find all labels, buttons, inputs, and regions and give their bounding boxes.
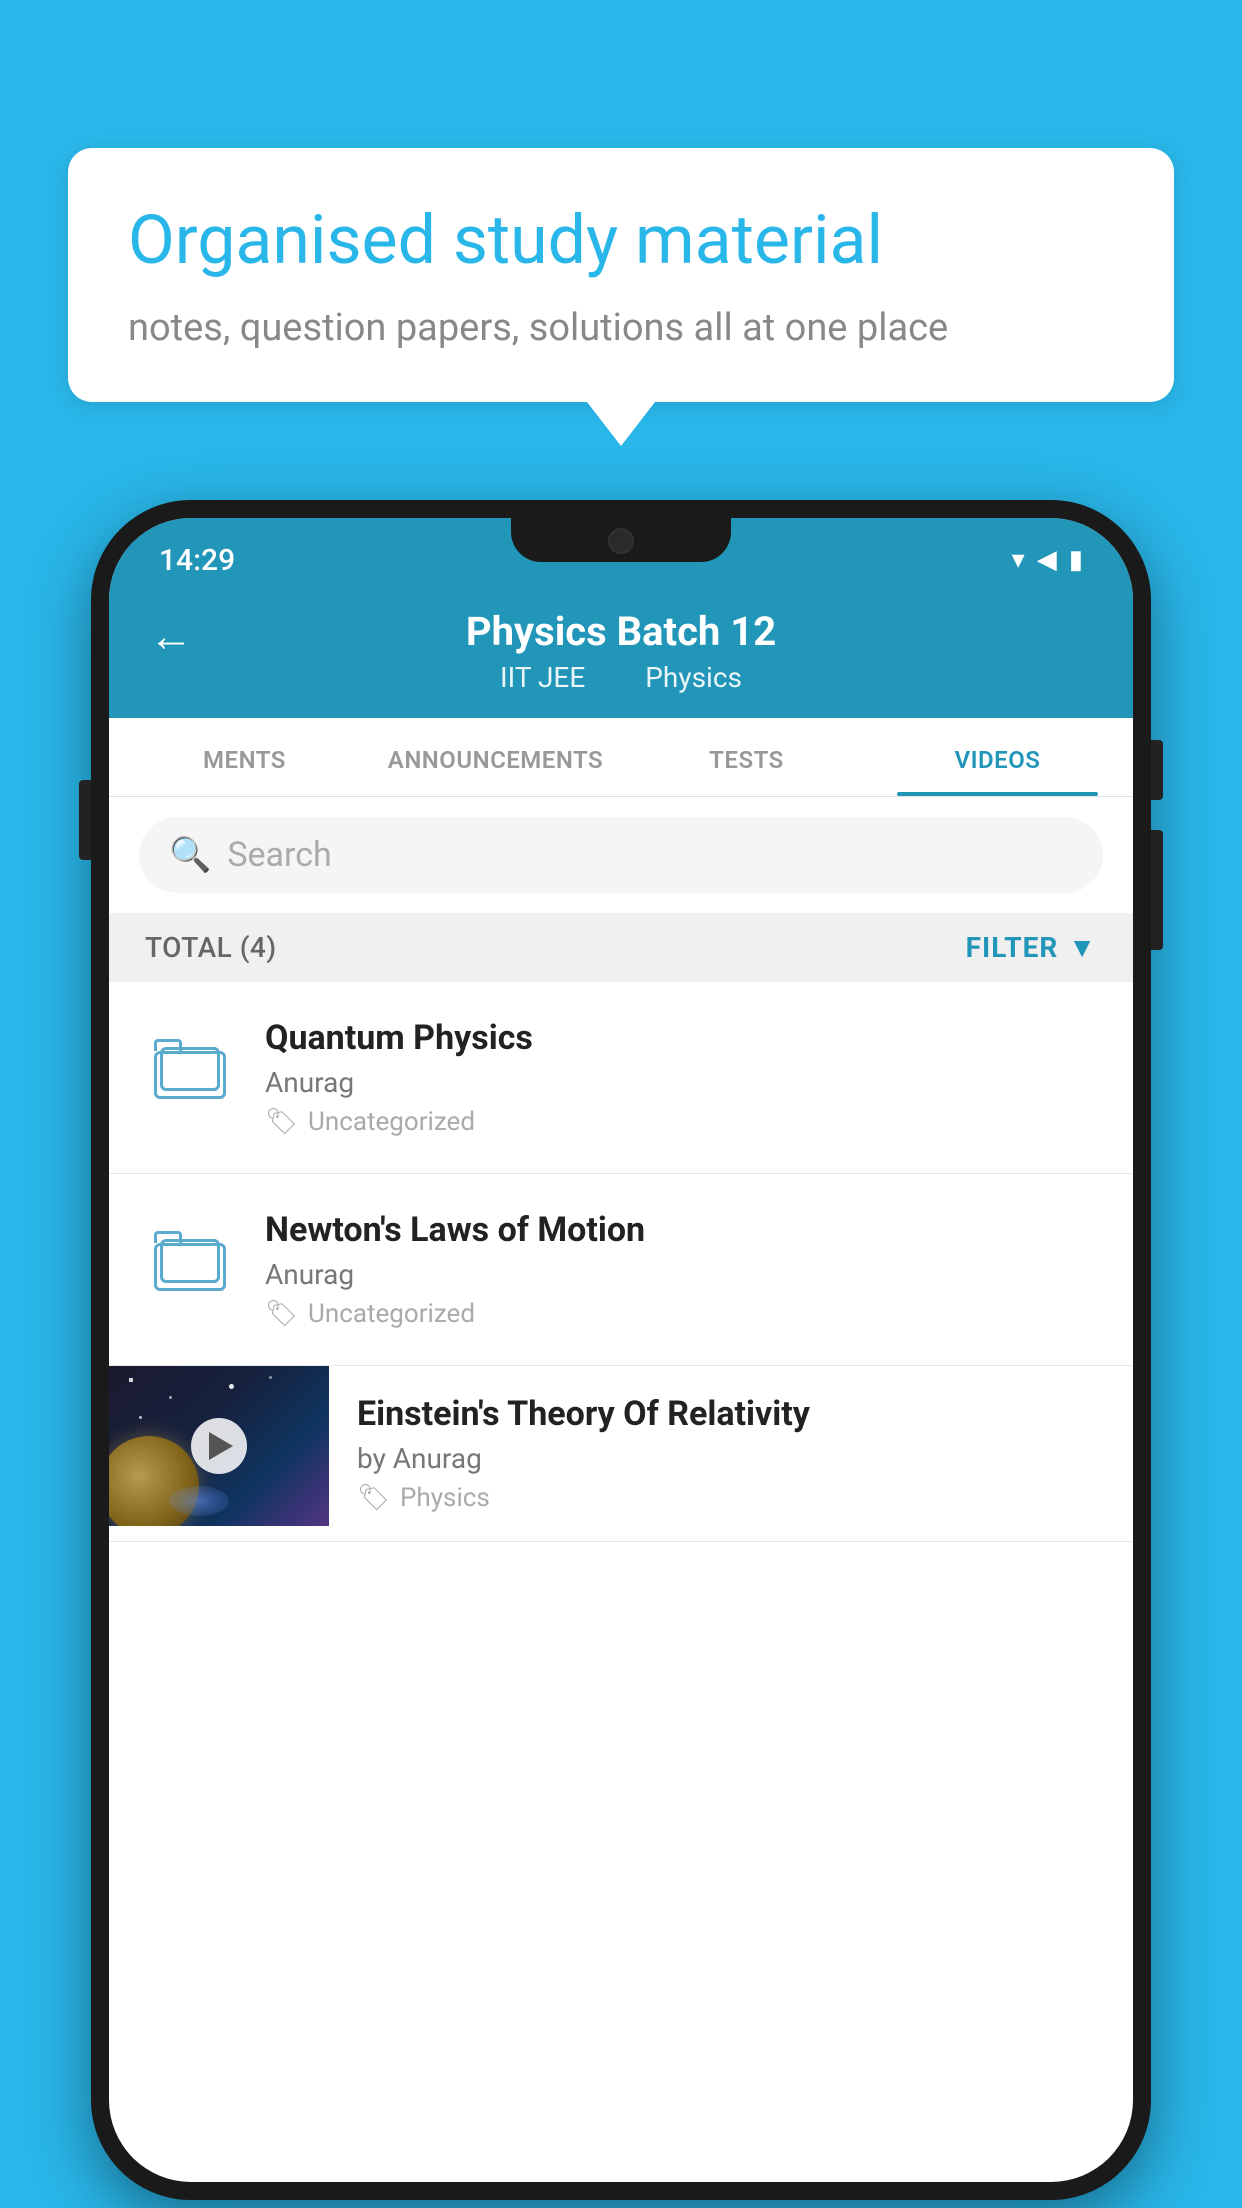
- search-bar[interactable]: 🔍 Search: [139, 817, 1103, 893]
- tag-icon: 🏷: [357, 1483, 390, 1513]
- item-author: Anurag: [265, 1066, 1097, 1099]
- total-count: TOTAL (4): [145, 931, 277, 964]
- video-title: Einstein's Theory Of Relativity: [357, 1394, 1105, 1434]
- video-list-item[interactable]: Einstein's Theory Of Relativity by Anura…: [109, 1366, 1133, 1542]
- signal-icon: ◀: [1037, 545, 1057, 575]
- bubble-title: Organised study material: [128, 200, 1114, 282]
- item-tag: 🏷 Uncategorized: [265, 1299, 1097, 1329]
- search-bar-wrapper: 🔍 Search: [109, 797, 1133, 913]
- video-tag: 🏷 Physics: [357, 1483, 1105, 1513]
- folder-icon-wrap: [145, 1024, 235, 1114]
- volume-button: [79, 780, 91, 860]
- back-button[interactable]: ←: [149, 610, 193, 662]
- battery-icon: ▮: [1069, 545, 1083, 575]
- app-header: ← Physics Batch 12 IIT JEE Physics: [109, 588, 1133, 718]
- search-placeholder: Search: [227, 835, 331, 875]
- tab-ments[interactable]: MENTS: [119, 718, 370, 796]
- tag-iit-jee: IIT JEE: [500, 661, 585, 694]
- header-title: Physics Batch 12: [466, 608, 776, 655]
- phone-outer: 14:29 ▾ ◀ ▮ ← Physics Batch 12 IIT JEE P…: [91, 500, 1151, 2200]
- tag-icon: 🏷: [265, 1107, 298, 1137]
- list-item[interactable]: Newton's Laws of Motion Anurag 🏷 Uncateg…: [109, 1174, 1133, 1366]
- speech-bubble-container: Organised study material notes, question…: [68, 148, 1174, 402]
- search-icon: 🔍: [169, 835, 211, 875]
- list-item[interactable]: Quantum Physics Anurag 🏷 Uncategorized: [109, 982, 1133, 1174]
- phone-screen: 14:29 ▾ ◀ ▮ ← Physics Batch 12 IIT JEE P…: [109, 518, 1133, 2182]
- video-thumbnail: [109, 1366, 329, 1526]
- play-button[interactable]: [191, 1418, 247, 1474]
- item-title: Quantum Physics: [265, 1018, 1097, 1058]
- tab-tests[interactable]: TESTS: [621, 718, 872, 796]
- tag-icon: 🏷: [265, 1299, 298, 1329]
- tabs-bar: MENTS ANNOUNCEMENTS TESTS VIDEOS: [109, 718, 1133, 797]
- tab-announcements[interactable]: ANNOUNCEMENTS: [370, 718, 621, 796]
- wifi-icon: ▾: [1012, 545, 1025, 575]
- tab-videos[interactable]: VIDEOS: [872, 718, 1123, 796]
- content-list: Quantum Physics Anurag 🏷 Uncategorized: [109, 982, 1133, 1542]
- power-button-top: [1151, 740, 1163, 800]
- item-tag: 🏷 Uncategorized: [265, 1107, 1097, 1137]
- status-icons: ▾ ◀ ▮: [1012, 545, 1083, 575]
- phone-notch: [511, 518, 731, 562]
- power-button-bottom: [1151, 830, 1163, 950]
- item-text: Newton's Laws of Motion Anurag 🏷 Uncateg…: [265, 1210, 1097, 1329]
- filter-bar: TOTAL (4) FILTER ▼: [109, 913, 1133, 982]
- tag-physics: Physics: [645, 661, 742, 694]
- bubble-subtitle: notes, question papers, solutions all at…: [128, 306, 1114, 350]
- speech-bubble: Organised study material notes, question…: [68, 148, 1174, 402]
- header-tags: IIT JEE Physics: [500, 661, 742, 694]
- front-camera: [608, 528, 634, 554]
- item-text: Quantum Physics Anurag 🏷 Uncategorized: [265, 1018, 1097, 1137]
- item-title: Newton's Laws of Motion: [265, 1210, 1097, 1250]
- item-author: Anurag: [265, 1258, 1097, 1291]
- filter-button[interactable]: FILTER ▼: [966, 931, 1097, 964]
- play-triangle-icon: [209, 1432, 233, 1460]
- video-text: Einstein's Theory Of Relativity by Anura…: [329, 1366, 1133, 1541]
- folder-icon: [154, 1231, 226, 1291]
- video-author: by Anurag: [357, 1442, 1105, 1475]
- folder-icon-wrap: [145, 1216, 235, 1306]
- folder-icon: [154, 1039, 226, 1099]
- filter-funnel-icon: ▼: [1068, 931, 1097, 964]
- status-time: 14:29: [159, 543, 235, 578]
- phone-mockup: 14:29 ▾ ◀ ▮ ← Physics Batch 12 IIT JEE P…: [91, 500, 1151, 2200]
